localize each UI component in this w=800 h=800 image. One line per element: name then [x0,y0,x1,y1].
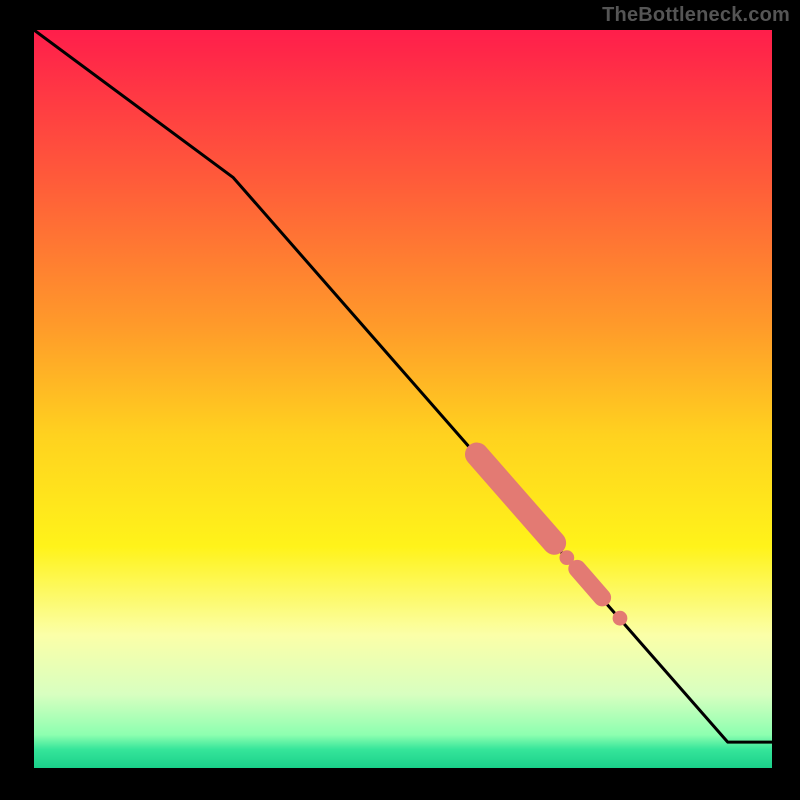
gradient-background [34,30,772,768]
watermark-label: TheBottleneck.com [602,4,790,27]
stage: TheBottleneck.com [0,0,800,800]
chart-svg [34,30,772,768]
marker-dot-3 [613,611,628,626]
chart-plot [34,30,772,768]
